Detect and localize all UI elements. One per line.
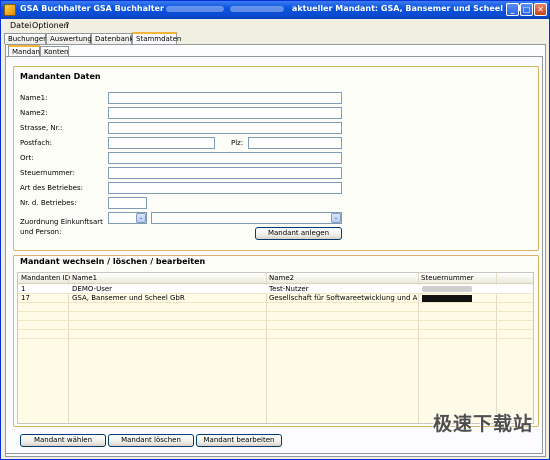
label-art-des-betriebes: Art des Betriebes: xyxy=(20,184,83,192)
mandant-grid[interactable]: Mandanten ID Name1 Name2 Steuernummer 1 … xyxy=(17,272,534,424)
col-header-name2[interactable]: Name2 xyxy=(269,274,294,282)
table-row-empty xyxy=(18,312,533,321)
einkunftsart-dropdown-icon[interactable]: ⌄ xyxy=(136,213,146,223)
label-name2: Name2: xyxy=(20,109,48,117)
mandant-list-title: Mandant wechseln / löschen / bearbeiten xyxy=(20,257,206,266)
label-strasse: Strasse, Nr.: xyxy=(20,124,63,132)
cell-name1: DEMO-User xyxy=(72,285,113,293)
menu-optionen[interactable]: Optionen xyxy=(32,21,69,30)
watermark-logo: 极速下载站 xyxy=(433,413,534,435)
tab-stammdaten[interactable]: Stammdaten xyxy=(132,32,181,44)
cell-id: 17 xyxy=(21,294,30,302)
title-user-blurred xyxy=(229,5,284,12)
label-steuernummer: Steuernummer: xyxy=(20,169,75,177)
table-row-empty xyxy=(18,321,533,330)
strasse-field[interactable] xyxy=(108,122,342,134)
mandant-anlegen-button[interactable]: Mandant anlegen xyxy=(255,227,342,240)
label-name1: Name1: xyxy=(20,94,48,102)
menu-help[interactable]: ? xyxy=(65,21,69,30)
cell-id: 1 xyxy=(21,285,26,293)
table-row-empty xyxy=(18,330,533,339)
table-row-empty xyxy=(18,303,533,312)
label-zuordnung-person: und Person: xyxy=(20,228,62,236)
cell-name2: Test-Nutzer xyxy=(269,285,309,293)
tab-buchungen[interactable]: Buchungen xyxy=(4,33,48,44)
person-dropdown-icon[interactable]: ⌄ xyxy=(331,213,341,223)
grid-header: Mandanten ID Name1 Name2 Steuernummer xyxy=(18,273,533,284)
col-header-steuernummer[interactable]: Steuernummer xyxy=(421,274,474,282)
col-header-id[interactable]: Mandanten ID xyxy=(21,274,70,282)
close-button[interactable]: ✕ xyxy=(534,3,547,16)
mandanten-daten-title: Mandanten Daten xyxy=(20,72,101,81)
cell-name2: Gesellschaft für Softwareetwicklung und … xyxy=(269,294,417,302)
menu-bar: Datei Optionen ? xyxy=(1,19,549,32)
label-postfach: Postfach: xyxy=(20,139,53,147)
steuernummer-field[interactable] xyxy=(108,167,342,179)
name2-field[interactable] xyxy=(108,107,342,119)
label-plz: Plz: xyxy=(231,139,244,147)
window-title-app: GSA Buchhalter GSA Buchhalter xyxy=(20,4,164,13)
tab-datenbank[interactable]: Datenbank xyxy=(91,33,133,44)
mandant-waehlen-button[interactable]: Mandant wählen xyxy=(20,434,106,447)
ort-field[interactable] xyxy=(108,152,342,164)
plz-field[interactable] xyxy=(248,137,342,149)
window-title: GSA Buchhalter GSA Buchhalter aktueller M… xyxy=(20,4,524,13)
app-icon xyxy=(4,4,16,16)
table-row[interactable]: 17 GSA, Bansemer und Scheel GbR Gesellsc… xyxy=(18,294,533,303)
mandant-bearbeiten-button[interactable]: Mandant bearbeiten xyxy=(196,434,282,447)
label-nr-betriebes: Nr. d. Betriebes: xyxy=(20,199,77,207)
cell-name1: GSA, Bansemer und Scheel GbR xyxy=(72,294,185,302)
postfach-field[interactable] xyxy=(108,137,215,149)
table-row[interactable]: 1 DEMO-User Test-Nutzer xyxy=(18,285,533,294)
title-bar: GSA Buchhalter GSA Buchhalter aktueller M… xyxy=(1,1,549,19)
mandant-loeschen-button[interactable]: Mandant löschen xyxy=(108,434,194,447)
window-title-mandant: aktueller Mandant: GSA, Bansemer und Sch… xyxy=(291,4,525,13)
nr-betriebes-field[interactable] xyxy=(108,197,147,209)
title-version-blurred xyxy=(165,5,224,12)
app-window: GSA Buchhalter GSA Buchhalter aktueller M… xyxy=(0,0,550,460)
person-select[interactable] xyxy=(151,212,342,224)
name1-field[interactable] xyxy=(108,92,342,104)
label-zuordnung: Zuordnung Einkunftsart xyxy=(20,218,103,226)
minimize-button[interactable]: _ xyxy=(506,3,519,16)
maximize-button[interactable]: □ xyxy=(520,3,533,16)
art-des-betriebes-field[interactable] xyxy=(108,182,342,194)
col-header-name1[interactable]: Name1 xyxy=(72,274,97,282)
tab-auswertung[interactable]: Auswertung xyxy=(46,33,92,44)
label-ort: Ort: xyxy=(20,154,34,162)
menu-datei[interactable]: Datei xyxy=(10,21,31,30)
